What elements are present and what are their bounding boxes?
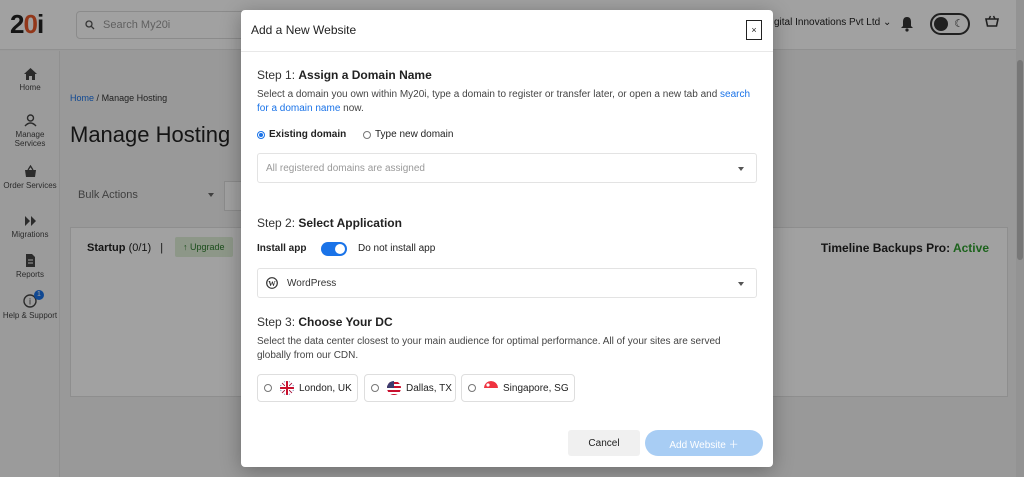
dc-option-singapore[interactable]: Singapore, SG: [461, 374, 575, 402]
radio-unchecked-icon: [363, 130, 371, 139]
radio-label: Existing domain: [269, 129, 347, 140]
step1-description: Select a domain you own within My20i, ty…: [257, 88, 757, 116]
add-website-button[interactable]: Add Website ＋: [645, 430, 763, 456]
domain-select[interactable]: All registered domains are assigned: [257, 153, 757, 183]
dc-option-london[interactable]: London, UK: [257, 374, 358, 402]
chevron-down-icon: [738, 167, 744, 171]
close-button[interactable]: ×: [746, 20, 762, 40]
domain-select-placeholder: All registered domains are assigned: [266, 162, 425, 174]
dc-option-label: Dallas, TX: [406, 382, 452, 394]
radio-unchecked-icon: [371, 384, 379, 392]
singapore-flag-icon: [484, 381, 498, 395]
do-not-install-label: Do not install app: [358, 243, 436, 254]
dc-option-label: Singapore, SG: [503, 382, 569, 394]
dc-option-dallas[interactable]: Dallas, TX: [364, 374, 456, 402]
step3-title: Choose Your DC: [298, 315, 393, 329]
wordpress-icon: W: [266, 277, 278, 289]
application-selected: WordPress: [287, 277, 337, 289]
install-app-toggle[interactable]: [321, 242, 347, 256]
step3-description: Select the data center closest to your m…: [257, 336, 721, 361]
radio-unchecked-icon: [468, 384, 476, 392]
application-select[interactable]: W WordPress: [257, 268, 757, 298]
toggle-knob: [335, 244, 345, 254]
step1-heading: Step 1: Assign a Domain Name: [257, 68, 432, 82]
radio-existing-domain[interactable]: Existing domain: [257, 129, 346, 140]
modal-title: Add a New Website: [251, 23, 357, 37]
dc-option-label: London, UK: [299, 382, 352, 394]
step1-title: Assign a Domain Name: [298, 68, 432, 82]
uk-flag-icon: [280, 381, 294, 395]
radio-label: Type new domain: [375, 129, 454, 140]
install-app-label: Install app: [257, 243, 307, 254]
step2-title: Select Application: [298, 216, 402, 230]
cancel-button[interactable]: Cancel: [568, 430, 640, 456]
step2-prefix: Step 2:: [257, 216, 296, 230]
step3-prefix: Step 3:: [257, 315, 296, 329]
radio-new-domain[interactable]: Type new domain: [363, 129, 453, 140]
svg-text:W: W: [268, 279, 276, 288]
add-website-modal: Add a New Website × Step 1: Assign a Dom…: [241, 10, 773, 467]
step3-heading: Step 3: Choose Your DC: [257, 315, 393, 329]
radio-checked-icon: [257, 130, 265, 139]
step1-prefix: Step 1:: [257, 68, 296, 82]
us-flag-icon: [387, 381, 401, 395]
chevron-down-icon: [738, 282, 744, 286]
radio-unchecked-icon: [264, 384, 272, 392]
step1-desc-text: Select a domain you own within My20i, ty…: [257, 89, 718, 100]
step1-desc-text-end: now.: [343, 103, 364, 114]
modal-header: Add a New Website ×: [241, 10, 773, 52]
step2-heading: Step 2: Select Application: [257, 216, 402, 230]
